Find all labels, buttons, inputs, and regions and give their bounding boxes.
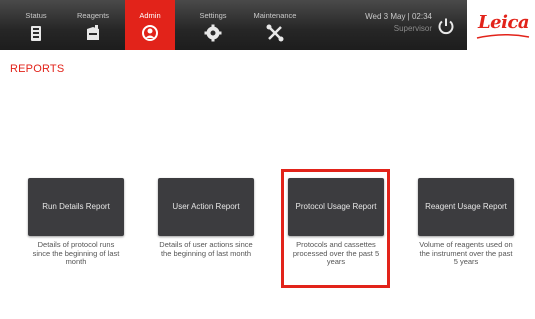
tab-admin-label: Admin [139, 11, 161, 20]
power-icon[interactable] [436, 16, 456, 36]
logo-swoosh [476, 34, 530, 39]
status-icon [31, 26, 41, 41]
user-action-report-description: Details of user actions since the beginn… [159, 240, 253, 258]
protocol-usage-highlight-frame [281, 169, 390, 288]
settings-gear-icon [204, 24, 222, 42]
admin-icon [142, 25, 158, 41]
top-toolbar: Status Reagents Admin Settings Maintenan… [0, 0, 535, 50]
tab-maintenance-label: Maintenance [253, 11, 297, 20]
reagents-icon [87, 25, 99, 40]
user-action-report-button[interactable]: User Action Report [158, 178, 254, 236]
maintenance-tools-icon [266, 24, 284, 42]
tab-reagents-label: Reagents [76, 11, 110, 20]
reagent-usage-report-button[interactable]: Reagent Usage Report [418, 178, 514, 236]
datetime-display: Wed 3 May | 02:34 [365, 12, 432, 21]
tab-maintenance[interactable]: Maintenance [250, 0, 300, 50]
run-details-report-description: Details of protocol runs since the begin… [32, 240, 120, 266]
run-details-report-button[interactable]: Run Details Report [28, 178, 124, 236]
tab-reagents[interactable]: Reagents [68, 0, 118, 50]
brand-logo: Leica [467, 0, 535, 50]
tab-status[interactable]: Status [11, 0, 61, 50]
tab-settings-label: Settings [199, 11, 227, 20]
reagent-usage-report-description: Volume of reagents used on the instrumen… [419, 240, 513, 266]
tab-status-label: Status [25, 11, 47, 20]
user-role-label: Supervisor [393, 24, 432, 33]
page-title: REPORTS [10, 63, 65, 75]
tab-settings[interactable]: Settings [188, 0, 238, 50]
logo-text: Leica [478, 12, 530, 33]
tab-admin[interactable]: Admin [125, 0, 175, 50]
